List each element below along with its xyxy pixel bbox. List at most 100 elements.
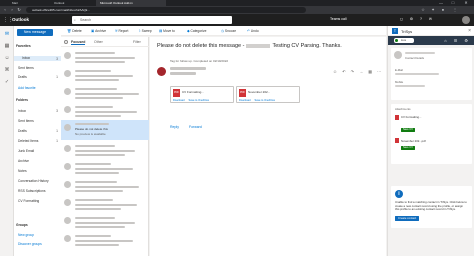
blurred-text (75, 61, 125, 63)
undo-button[interactable]: ↶Undo (247, 29, 259, 33)
folder-deleted[interactable]: Deleted Items (18, 139, 38, 143)
list-item[interactable] (61, 231, 149, 249)
list-item[interactable] (61, 84, 149, 102)
close-icon[interactable]: × (468, 28, 471, 34)
avatar[interactable] (462, 16, 470, 24)
download-link[interactable]: Download (239, 99, 251, 102)
forward-button[interactable]: Forward (189, 125, 202, 129)
tab-other[interactable]: Other (94, 40, 103, 44)
folder-drafts[interactable]: Drafts (18, 75, 27, 79)
list-item[interactable] (61, 177, 149, 195)
refresh-icon[interactable]: ↻ (16, 7, 22, 13)
categorize-button[interactable]: ◆Categorize (187, 29, 207, 33)
list-item-selected[interactable]: Please do not delete this No preview is … (61, 120, 149, 140)
save-onedrive-link[interactable]: Save to OneDrive (189, 99, 209, 102)
outlook-header: ⋮⋮ Outlook ⌕ Search Teams call ◻ ⚙ ? ✉ (0, 14, 474, 26)
addin-title: TriSys (401, 29, 413, 34)
folder-archive[interactable]: Archive (18, 159, 29, 163)
menu-icon[interactable]: ⋮ (452, 7, 458, 13)
folder-rss[interactable]: RSS Subscriptions (18, 189, 46, 193)
folder-inbox[interactable]: Inbox (14, 56, 61, 61)
snooze-button[interactable]: ◷Snooze (221, 29, 236, 33)
tab-focused[interactable]: Focused (71, 40, 86, 45)
status-badge[interactable]: Live (394, 38, 414, 43)
extension-icon[interactable]: ☆ (420, 7, 426, 13)
command-toolbar: 🗑Delete ▣Archive ⛨Report ⌇Sweep ▤Move to… (61, 26, 420, 44)
discover-groups-link[interactable]: Discover groups (18, 242, 42, 246)
list-item[interactable] (61, 48, 149, 66)
favorites-header[interactable]: Favorites (16, 44, 31, 48)
attachment-name: November 202... (248, 90, 271, 94)
sweep-button[interactable]: ⌇Sweep (139, 29, 152, 33)
list-item[interactable] (61, 195, 149, 213)
addin-toolbar: Live ⌂ ☰ ⚙ (388, 36, 474, 45)
reply-button[interactable]: Reply (170, 125, 179, 129)
status-dot-icon (395, 39, 398, 42)
app-launcher-icon[interactable]: ⋮⋮ (3, 17, 13, 23)
folder-sent[interactable]: Sent Items (18, 66, 34, 70)
move-to-button[interactable]: ▤Move to (159, 29, 175, 33)
folders-header[interactable]: Folders (16, 98, 28, 102)
calendar-icon[interactable]: ▦ (3, 42, 11, 50)
attachment-card[interactable]: PDF November 202... Download Save to OneD… (236, 86, 300, 103)
pdf-file-icon (395, 115, 399, 120)
folder-conversation-history[interactable]: Conversation History (18, 179, 49, 183)
folder-cv-formatting[interactable]: CV Formatting (18, 199, 39, 203)
blurred-text (75, 145, 115, 147)
back-icon[interactable]: ‹ (2, 7, 8, 13)
url-field[interactable]: outlook.office365.com/mail/inbox/id/AAQk… (26, 7, 306, 13)
attachment-actions: Download Save to OneDrive (173, 99, 213, 102)
list-item[interactable] (61, 102, 149, 120)
list-item[interactable] (61, 141, 149, 159)
message-list: Focused Other Filter Please do not delet… (61, 37, 149, 256)
avatar (64, 88, 71, 95)
blurred-text (75, 150, 135, 152)
save-onedrive-link[interactable]: Save to OneDrive (255, 99, 275, 102)
attach-icon[interactable]: ⌘ (3, 66, 11, 74)
new-group-link[interactable]: New group (18, 233, 34, 237)
search-input[interactable]: ⌕ Search (72, 16, 232, 24)
list-item[interactable] (61, 66, 149, 84)
teams-call-button[interactable]: Teams call (330, 17, 347, 21)
download-link[interactable]: Download (173, 99, 185, 102)
save-cv-button[interactable]: Save CV (401, 146, 415, 150)
folder-inbox[interactable]: Inbox (18, 109, 26, 113)
avatar (64, 70, 71, 77)
folder-sent[interactable]: Sent Items (18, 119, 34, 123)
mail-icon[interactable]: ✉ (3, 30, 11, 38)
list-item[interactable] (61, 159, 149, 177)
folder-drafts[interactable]: Drafts (18, 129, 27, 133)
archive-button[interactable]: ▣Archive (91, 29, 106, 33)
trash-icon: 🗑 (67, 29, 72, 33)
add-favorite-link[interactable]: Add favorite (18, 86, 36, 90)
filter-button[interactable]: Filter (133, 40, 141, 44)
delete-button[interactable]: 🗑Delete (67, 29, 82, 33)
save-cv-button[interactable]: Save CV (401, 128, 415, 132)
pdf-file-icon: PDF (173, 89, 180, 97)
attachment-card[interactable]: PDF CV Formatting... Download Save to One… (170, 86, 234, 103)
report-button[interactable]: ⛨Report (115, 29, 128, 33)
avatar (394, 51, 402, 59)
attachments-card: Attachments CV Formatting... Save CV Nov… (391, 104, 472, 164)
create-contact-button[interactable]: Create contact (395, 216, 420, 221)
select-all-checkbox[interactable] (64, 40, 68, 44)
avatar (64, 52, 71, 59)
pdf-file-icon (395, 138, 399, 143)
profile-icon[interactable]: ● (440, 7, 446, 13)
forward-icon[interactable]: › (9, 7, 15, 13)
header-icons[interactable]: ◻ ⚙ ? ✉ (400, 17, 435, 21)
new-message-button[interactable]: New message (17, 29, 53, 36)
app-rail: ✉ ▦ ☺ ⌘ ✓ (0, 26, 14, 256)
undo-icon: ↶ (247, 29, 250, 33)
list-item[interactable] (61, 213, 149, 231)
folder-notes[interactable]: Notes (18, 169, 27, 173)
message-actions[interactable]: ☺ ↶ ↷ → ▦ ⋯ (333, 69, 383, 74)
puzzle-icon[interactable]: ✦ (430, 7, 436, 13)
folder-junk[interactable]: Junk Email (18, 149, 34, 153)
addin-toolbar-icons[interactable]: ⌂ ☰ ⚙ (444, 38, 471, 43)
blurred-text (75, 204, 137, 206)
groups-header[interactable]: Groups (16, 223, 28, 227)
todo-icon[interactable]: ✓ (3, 78, 11, 86)
people-icon[interactable]: ☺ (3, 54, 11, 62)
message-preview: No preview is available (75, 132, 106, 136)
